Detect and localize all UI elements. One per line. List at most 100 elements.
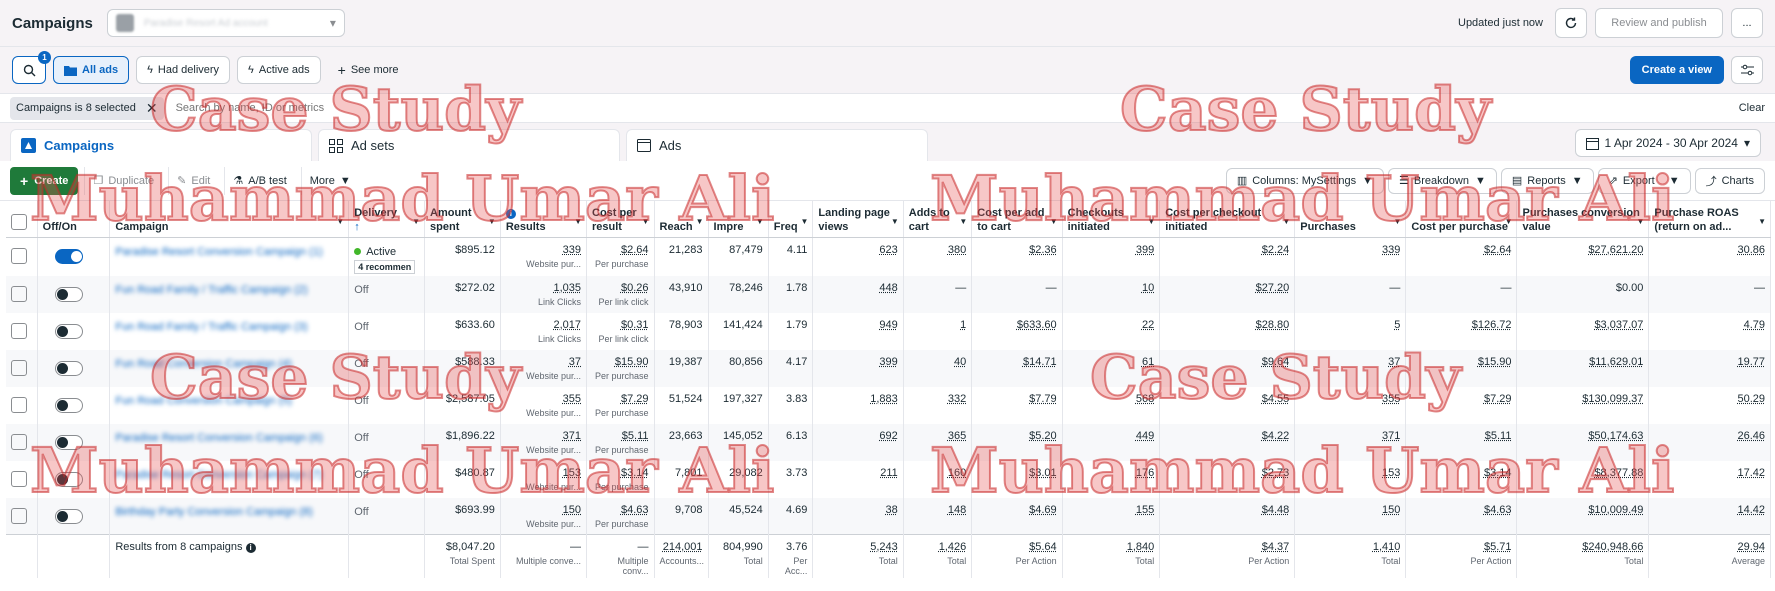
campaign-toggle[interactable]	[54, 248, 83, 264]
col-adds-to-cart[interactable]: Adds to cart ▼	[903, 201, 973, 238]
results-value: 339	[562, 243, 582, 256]
cpr-value: $0.26	[620, 281, 649, 294]
table-row[interactable]: Paradise Resort Conversion Campaign (1) A…	[6, 237, 1771, 276]
ab-test-button[interactable]: ⚗ A/B test	[224, 166, 294, 195]
row-select-cell[interactable]	[6, 497, 38, 535]
col-impressions[interactable]: Impre ▼	[708, 201, 769, 238]
value-value: $8,377.88	[1594, 466, 1644, 479]
col-cost-per-add-to-cart[interactable]: Cost per add to cart ▼	[971, 201, 1063, 238]
col-off-on[interactable]: Off/On	[37, 201, 111, 238]
col-cost-per-result[interactable]: Cost per result ▼	[586, 201, 655, 238]
table-row[interactable]: Birthday Party Conversion Campaign (8) Of…	[6, 497, 1771, 535]
export-button[interactable]: ⇗ Export ▼	[1597, 167, 1691, 194]
review-publish-button[interactable]: Review and publish	[1595, 8, 1723, 38]
table-row[interactable]: Paradise Resort Conversion Campaign (6) O…	[6, 423, 1771, 461]
row-checkbox[interactable]	[11, 247, 27, 264]
filter-all-ads[interactable]: All ads	[53, 56, 130, 84]
row-select-cell[interactable]	[6, 423, 38, 461]
create-button[interactable]: + Create	[10, 166, 79, 195]
row-checkbox[interactable]	[11, 359, 27, 376]
row-checkbox[interactable]	[11, 470, 27, 487]
more-button[interactable]: More ▼	[300, 166, 359, 195]
col-checkouts-initiated[interactable]: Checkouts initiated ▼	[1062, 201, 1161, 238]
col-campaign[interactable]: Campaign ▼	[109, 201, 350, 238]
settings-sliders-button[interactable]	[1731, 56, 1763, 84]
clear-button[interactable]: Clear	[1739, 102, 1765, 114]
campaign-name-link[interactable]: Fun Road Family / Traffic Campaign (2)	[115, 278, 343, 296]
close-icon[interactable]: ✕	[146, 100, 158, 117]
row-select-cell[interactable]	[6, 237, 38, 276]
campaign-toggle[interactable]	[54, 434, 83, 450]
reports-button[interactable]: ▤ Reports ▼	[1500, 167, 1594, 194]
col-purchases[interactable]: Purchases ▼	[1294, 201, 1407, 238]
table-header-row: Off/On Campaign ▼ Delivery ↑ ▼ Amount spent…	[6, 201, 1771, 238]
row-select-cell[interactable]	[6, 312, 38, 350]
see-more-button[interactable]: + See more	[328, 56, 409, 84]
checkouts-value: 61	[1141, 355, 1155, 368]
more-options-button[interactable]: ...	[1731, 8, 1763, 38]
col-reach[interactable]: Reach ▼	[654, 201, 709, 238]
filter-active-ads[interactable]: ϟ Active ads	[237, 56, 321, 84]
refresh-button[interactable]	[1555, 8, 1587, 38]
col-landing-page-views[interactable]: Landing page views ▼	[812, 201, 904, 238]
row-checkbox[interactable]	[11, 507, 27, 524]
row-select-cell[interactable]	[6, 349, 38, 387]
recommendations-badge[interactable]: 4 recommen	[354, 259, 416, 274]
campaign-name-link[interactable]: Fun Road Family / Traffic Campaign (3)	[115, 315, 343, 333]
campaign-filter-pill[interactable]: Campaigns is 8 selected ✕	[10, 96, 164, 120]
create-view-button[interactable]: Create a view	[1629, 56, 1724, 84]
table-row[interactable]: Fun Road Conversion Campaign (4) Off $588.…	[6, 349, 1771, 387]
table-row[interactable]: Fun Road Family / Traffic Campaign (3) Of…	[6, 312, 1771, 350]
charts-button[interactable]: ⤴ Charts	[1694, 167, 1765, 194]
account-selector[interactable]: Paradise Resort Ad account ▾	[106, 9, 345, 37]
campaign-name-link[interactable]: Paradise Resort Conversion Campaign (1)	[115, 240, 343, 258]
select-all-checkbox[interactable]	[11, 213, 27, 230]
columns-button[interactable]: ▥ Columns: MySettings ▼	[1225, 167, 1385, 194]
col-amount-spent[interactable]: Amount spent ▼	[424, 201, 501, 238]
row-checkbox[interactable]	[11, 433, 27, 450]
tab-ads[interactable]: Ads	[626, 129, 928, 161]
row-checkbox[interactable]	[11, 396, 27, 413]
info-icon[interactable]: i	[245, 543, 256, 553]
col-cost-per-checkout[interactable]: Cost per checkout initiated ▼	[1159, 201, 1296, 238]
campaign-toggle[interactable]	[54, 397, 83, 413]
search-button[interactable]: 1	[12, 51, 51, 84]
campaign-name-link[interactable]: Paradise Resort Conversion Campaign (7)	[115, 463, 343, 481]
delivery-status: Off	[354, 389, 419, 407]
date-range-picker[interactable]: 1 Apr 2024 - 30 Apr 2024 ▾	[1574, 129, 1761, 157]
campaign-toggle[interactable]	[54, 286, 83, 302]
tab-campaigns[interactable]: Campaigns	[10, 129, 312, 161]
row-checkbox[interactable]	[11, 285, 27, 302]
col-frequency[interactable]: Freq ▼	[768, 201, 814, 238]
campaign-name-link[interactable]: Birthday Party Conversion Campaign (8)	[115, 500, 343, 518]
impr-cell: 141,424	[708, 312, 769, 350]
campaign-toggle[interactable]	[54, 508, 83, 524]
campaign-toggle[interactable]	[54, 471, 83, 487]
tab-ad-sets[interactable]: Ad sets	[318, 129, 620, 161]
table-row[interactable]: Fun Road Family / Traffic Campaign (2) Of…	[6, 275, 1771, 313]
search-input[interactable]	[175, 102, 1739, 114]
row-checkbox[interactable]	[11, 322, 27, 339]
col-results[interactable]: i Results ▼	[500, 201, 588, 238]
campaign-name-link[interactable]: Paradise Resort Conversion Campaign (6)	[115, 426, 343, 444]
filter-had-delivery[interactable]: ϟ Had delivery	[136, 56, 231, 84]
row-select-cell[interactable]	[6, 275, 38, 313]
campaign-name-link[interactable]: Fun Road Conversion Campaign (4)	[115, 352, 343, 370]
col-purchase-roas[interactable]: Purchase ROAS (return on ad... ▼	[1648, 201, 1771, 238]
table-row[interactable]: Fun Road Conversion Campaign (5) Off $2,58…	[6, 386, 1771, 424]
duplicate-button[interactable]: ❐ Duplicate	[84, 166, 162, 195]
campaign-toggle[interactable]	[54, 360, 83, 376]
row-select-cell[interactable]	[6, 460, 38, 498]
col-delivery[interactable]: Delivery ↑ ▼	[348, 201, 426, 238]
edit-button[interactable]: ✎ Edit	[168, 166, 218, 195]
campaign-toggle[interactable]	[54, 323, 83, 339]
checkouts-value: 449	[1135, 429, 1155, 442]
select-all-header[interactable]	[6, 201, 38, 238]
breakdown-button[interactable]: ☰ Breakdown ▼	[1388, 167, 1497, 194]
col-purchases-conversion-value[interactable]: Purchases conversion value ▼	[1516, 201, 1650, 238]
results-cell: 1,035 Link Clicks	[500, 275, 588, 313]
campaign-name-link[interactable]: Fun Road Conversion Campaign (5)	[115, 389, 343, 407]
row-select-cell[interactable]	[6, 386, 38, 424]
table-row[interactable]: Paradise Resort Conversion Campaign (7) O…	[6, 460, 1771, 498]
col-cost-per-purchase[interactable]: Cost per purchase ▼	[1405, 201, 1518, 238]
